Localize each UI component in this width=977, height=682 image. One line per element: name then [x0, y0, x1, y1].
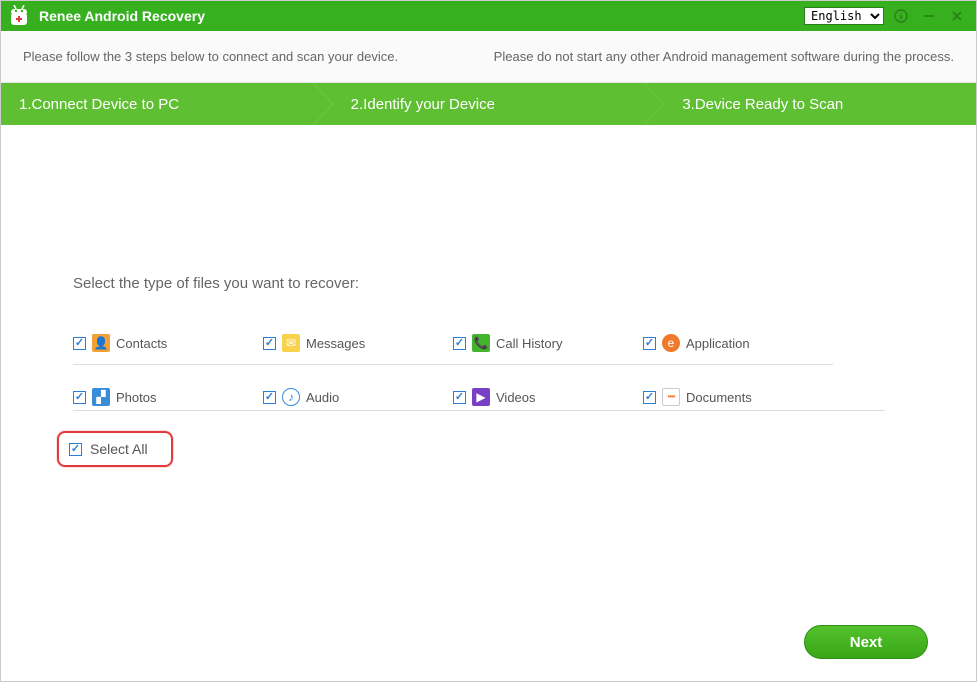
checkbox-videos[interactable] — [453, 391, 466, 404]
call-icon: 📞 — [472, 334, 490, 352]
step-1: 1.Connect Device to PC — [1, 83, 313, 125]
filetype-label: Videos — [496, 390, 536, 405]
select-prompt: Select the type of files you want to rec… — [73, 275, 916, 292]
messages-icon: ✉ — [282, 334, 300, 352]
language-select[interactable]: English — [804, 7, 884, 25]
documents-icon: •••• — [662, 388, 680, 406]
filetype-label: Application — [686, 336, 750, 351]
instruction-row: Please follow the 3 steps below to conne… — [1, 31, 976, 83]
filetype-label: Call History — [496, 336, 562, 351]
select-all-label: Select All — [90, 441, 148, 457]
grid-divider — [73, 364, 833, 376]
audio-icon: ♪ — [282, 388, 300, 406]
instruction-right: Please do not start any other Android ma… — [494, 49, 954, 64]
next-button[interactable]: Next — [804, 625, 928, 659]
step-1-label: 1.Connect Device to PC — [19, 96, 179, 113]
filetype-audio[interactable]: ♪ Audio — [263, 388, 453, 406]
filetype-label: Audio — [306, 390, 339, 405]
application-icon: e — [662, 334, 680, 352]
close-button[interactable] — [946, 5, 968, 27]
next-button-label: Next — [850, 634, 883, 651]
minimize-button[interactable] — [918, 5, 940, 27]
titlebar: Renee Android Recovery English — [1, 1, 976, 31]
filetype-label: Documents — [686, 390, 752, 405]
filetype-contacts[interactable]: 👤 Contacts — [73, 334, 263, 352]
checkbox-photos[interactable] — [73, 391, 86, 404]
photos-icon: ▞ — [92, 388, 110, 406]
main-panel: Select the type of files you want to rec… — [1, 125, 976, 681]
filetype-label: Messages — [306, 336, 365, 351]
checkbox-application[interactable] — [643, 337, 656, 350]
step-3: 3.Device Ready to Scan — [644, 83, 976, 125]
filetype-documents[interactable]: •••• Documents — [643, 388, 833, 406]
step-2-label: 2.Identify your Device — [351, 96, 495, 113]
step-bar: 1.Connect Device to PC 2.Identify your D… — [1, 83, 976, 125]
contacts-icon: 👤 — [92, 334, 110, 352]
videos-icon: ▶ — [472, 388, 490, 406]
checkbox-contacts[interactable] — [73, 337, 86, 350]
info-button[interactable] — [890, 5, 912, 27]
instruction-left: Please follow the 3 steps below to conne… — [23, 49, 398, 64]
filetype-application[interactable]: e Application — [643, 334, 833, 352]
filetype-label: Contacts — [116, 336, 167, 351]
checkbox-select-all[interactable] — [69, 443, 82, 456]
app-logo-icon — [5, 4, 33, 28]
checkbox-call-history[interactable] — [453, 337, 466, 350]
file-type-grid: 👤 Contacts ✉ Messages 📞 Call History e A… — [73, 334, 885, 411]
checkbox-messages[interactable] — [263, 337, 276, 350]
step-3-label: 3.Device Ready to Scan — [682, 96, 843, 113]
filetype-call-history[interactable]: 📞 Call History — [453, 334, 643, 352]
filetype-videos[interactable]: ▶ Videos — [453, 388, 643, 406]
app-title: Renee Android Recovery — [39, 8, 205, 24]
checkbox-documents[interactable] — [643, 391, 656, 404]
filetype-label: Photos — [116, 390, 156, 405]
filetype-messages[interactable]: ✉ Messages — [263, 334, 453, 352]
select-all[interactable]: Select All — [57, 431, 173, 467]
checkbox-audio[interactable] — [263, 391, 276, 404]
filetype-photos[interactable]: ▞ Photos — [73, 388, 263, 406]
step-2: 2.Identify your Device — [313, 83, 645, 125]
